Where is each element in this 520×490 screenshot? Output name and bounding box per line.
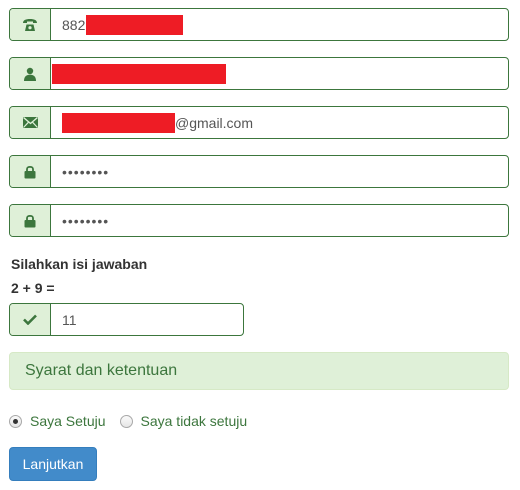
lock-icon [24, 214, 36, 227]
name-redaction [52, 63, 226, 84]
captcha-addon [10, 304, 51, 335]
name-addon [10, 58, 51, 89]
phone-icon [23, 18, 37, 31]
terms-label: Syarat dan ketentuan [25, 362, 178, 379]
captcha-field[interactable]: 11 [9, 303, 244, 336]
captcha-value: 11 [62, 311, 77, 328]
email-redaction [62, 112, 175, 133]
captcha-label: Silahkan isi jawaban [11, 256, 148, 272]
password-input[interactable]: •••••••• [51, 156, 508, 187]
agreement-radio-group: Saya Setuju Saya tidak setuju [9, 413, 247, 429]
lock-icon [24, 165, 36, 178]
disagree-radio-label[interactable]: Saya tidak setuju [141, 413, 248, 429]
email-addon [10, 107, 51, 138]
phone-field[interactable]: 882 [9, 8, 509, 41]
terms-panel[interactable]: Syarat dan ketentuan [9, 352, 509, 390]
submit-button[interactable]: Lanjutkan [9, 447, 97, 481]
password-addon [10, 156, 51, 187]
agree-radio-label[interactable]: Saya Setuju [30, 413, 106, 429]
confirm-password-value: •••••••• [62, 212, 110, 229]
name-field[interactable] [9, 57, 509, 90]
user-icon [24, 67, 36, 81]
disagree-radio[interactable] [119, 414, 133, 428]
confirm-password-addon [10, 205, 51, 236]
captcha-question: 2 + 9 = [11, 280, 55, 296]
confirm-password-input[interactable]: •••••••• [51, 205, 508, 236]
captcha-input[interactable]: 11 [51, 304, 243, 335]
email-field[interactable]: @gmail.com [9, 106, 509, 139]
email-input[interactable]: @gmail.com [51, 107, 508, 138]
agree-radio[interactable] [9, 414, 22, 428]
password-value: •••••••• [62, 163, 110, 180]
phone-redaction [86, 14, 184, 35]
check-icon [23, 314, 37, 325]
password-field[interactable]: •••••••• [9, 155, 509, 188]
name-input[interactable] [51, 58, 508, 89]
email-value: @gmail.com [175, 114, 254, 131]
envelope-icon [22, 117, 38, 128]
phone-addon [10, 9, 51, 40]
phone-value: 882 [62, 16, 86, 33]
phone-input[interactable]: 882 [51, 9, 508, 40]
confirm-password-field[interactable]: •••••••• [9, 204, 509, 237]
